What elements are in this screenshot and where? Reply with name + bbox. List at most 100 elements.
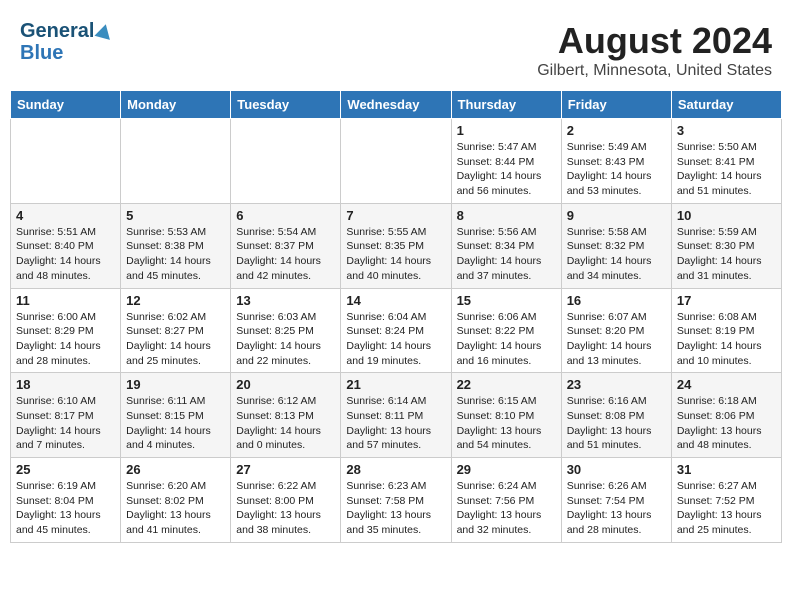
day-number: 31 bbox=[677, 462, 776, 477]
day-info: Sunrise: 6:19 AM Sunset: 8:04 PM Dayligh… bbox=[16, 479, 115, 538]
calendar-cell: 21 Sunrise: 6:14 AM Sunset: 8:11 PM Dayli… bbox=[341, 373, 451, 458]
calendar-cell: 19 Sunrise: 6:11 AM Sunset: 8:15 PM Dayli… bbox=[121, 373, 231, 458]
calendar-cell: 12 Sunrise: 6:02 AM Sunset: 8:27 PM Dayli… bbox=[121, 288, 231, 373]
day-info: Sunrise: 5:58 AM Sunset: 8:32 PM Dayligh… bbox=[567, 225, 666, 284]
calendar-cell: 1 Sunrise: 5:47 AM Sunset: 8:44 PM Daylig… bbox=[451, 119, 561, 204]
day-number: 5 bbox=[126, 208, 225, 223]
calendar-cell: 17 Sunrise: 6:08 AM Sunset: 8:19 PM Dayli… bbox=[671, 288, 781, 373]
day-info: Sunrise: 6:11 AM Sunset: 8:15 PM Dayligh… bbox=[126, 394, 225, 453]
day-info: Sunrise: 5:47 AM Sunset: 8:44 PM Dayligh… bbox=[457, 140, 556, 199]
calendar-cell: 30Sunrise: 6:26 AM Sunset: 7:54 PM Dayli… bbox=[561, 458, 671, 543]
day-info: Sunrise: 6:03 AM Sunset: 8:25 PM Dayligh… bbox=[236, 310, 335, 369]
calendar-week-row: 4 Sunrise: 5:51 AM Sunset: 8:40 PM Daylig… bbox=[11, 203, 782, 288]
day-info: Sunrise: 6:23 AM Sunset: 7:58 PM Dayligh… bbox=[346, 479, 445, 538]
day-info: Sunrise: 6:15 AM Sunset: 8:10 PM Dayligh… bbox=[457, 394, 556, 453]
day-number: 25 bbox=[16, 462, 115, 477]
day-number: 8 bbox=[457, 208, 556, 223]
day-number: 14 bbox=[346, 293, 445, 308]
page-header: General Blue August 2024 Gilbert, Minnes… bbox=[10, 10, 782, 85]
day-info: Sunrise: 5:59 AM Sunset: 8:30 PM Dayligh… bbox=[677, 225, 776, 284]
day-number: 7 bbox=[346, 208, 445, 223]
calendar-cell: 3Sunrise: 5:50 AM Sunset: 8:41 PM Daylig… bbox=[671, 119, 781, 204]
calendar-cell: 2 Sunrise: 5:49 AM Sunset: 8:43 PM Daylig… bbox=[561, 119, 671, 204]
calendar-cell: 9 Sunrise: 5:58 AM Sunset: 8:32 PM Daylig… bbox=[561, 203, 671, 288]
page-subtitle: Gilbert, Minnesota, United States bbox=[537, 62, 772, 80]
day-info: Sunrise: 5:50 AM Sunset: 8:41 PM Dayligh… bbox=[677, 140, 776, 199]
calendar-cell: 18 Sunrise: 6:10 AM Sunset: 8:17 PM Dayli… bbox=[11, 373, 121, 458]
day-info: Sunrise: 6:22 AM Sunset: 8:00 PM Dayligh… bbox=[236, 479, 335, 538]
day-number: 2 bbox=[567, 123, 666, 138]
day-number: 13 bbox=[236, 293, 335, 308]
day-info: Sunrise: 5:51 AM Sunset: 8:40 PM Dayligh… bbox=[16, 225, 115, 284]
calendar-cell: 7Sunrise: 5:55 AM Sunset: 8:35 PM Daylig… bbox=[341, 203, 451, 288]
calendar-cell: 23Sunrise: 6:16 AM Sunset: 8:08 PM Dayli… bbox=[561, 373, 671, 458]
day-number: 29 bbox=[457, 462, 556, 477]
day-number: 11 bbox=[16, 293, 115, 308]
calendar-cell bbox=[341, 119, 451, 204]
page-title: August 2024 bbox=[537, 20, 772, 62]
calendar-cell: 15Sunrise: 6:06 AM Sunset: 8:22 PM Dayli… bbox=[451, 288, 561, 373]
calendar-cell bbox=[11, 119, 121, 204]
weekday-header: Tuesday bbox=[231, 91, 341, 119]
day-number: 26 bbox=[126, 462, 225, 477]
weekday-header: Monday bbox=[121, 91, 231, 119]
day-info: Sunrise: 6:02 AM Sunset: 8:27 PM Dayligh… bbox=[126, 310, 225, 369]
calendar-week-row: 25 Sunrise: 6:19 AM Sunset: 8:04 PM Dayli… bbox=[11, 458, 782, 543]
calendar-cell bbox=[231, 119, 341, 204]
calendar-week-row: 11 Sunrise: 6:00 AM Sunset: 8:29 PM Dayli… bbox=[11, 288, 782, 373]
calendar-cell: 14 Sunrise: 6:04 AM Sunset: 8:24 PM Dayli… bbox=[341, 288, 451, 373]
day-info: Sunrise: 6:04 AM Sunset: 8:24 PM Dayligh… bbox=[346, 310, 445, 369]
calendar-cell: 24Sunrise: 6:18 AM Sunset: 8:06 PM Dayli… bbox=[671, 373, 781, 458]
day-info: Sunrise: 6:16 AM Sunset: 8:08 PM Dayligh… bbox=[567, 394, 666, 453]
day-info: Sunrise: 5:54 AM Sunset: 8:37 PM Dayligh… bbox=[236, 225, 335, 284]
calendar-cell: 25 Sunrise: 6:19 AM Sunset: 8:04 PM Dayli… bbox=[11, 458, 121, 543]
logo: General Blue bbox=[20, 20, 112, 64]
day-number: 17 bbox=[677, 293, 776, 308]
day-info: Sunrise: 6:27 AM Sunset: 7:52 PM Dayligh… bbox=[677, 479, 776, 538]
weekday-header: Saturday bbox=[671, 91, 781, 119]
day-number: 27 bbox=[236, 462, 335, 477]
calendar-cell: 22 Sunrise: 6:15 AM Sunset: 8:10 PM Dayli… bbox=[451, 373, 561, 458]
calendar-week-row: 18 Sunrise: 6:10 AM Sunset: 8:17 PM Dayli… bbox=[11, 373, 782, 458]
day-info: Sunrise: 5:53 AM Sunset: 8:38 PM Dayligh… bbox=[126, 225, 225, 284]
day-info: Sunrise: 6:14 AM Sunset: 8:11 PM Dayligh… bbox=[346, 394, 445, 453]
day-info: Sunrise: 6:00 AM Sunset: 8:29 PM Dayligh… bbox=[16, 310, 115, 369]
day-number: 6 bbox=[236, 208, 335, 223]
calendar-cell: 5 Sunrise: 5:53 AM Sunset: 8:38 PM Daylig… bbox=[121, 203, 231, 288]
calendar-cell: 11 Sunrise: 6:00 AM Sunset: 8:29 PM Dayli… bbox=[11, 288, 121, 373]
day-number: 24 bbox=[677, 377, 776, 392]
logo-blue-text: Blue bbox=[20, 42, 63, 64]
day-number: 19 bbox=[126, 377, 225, 392]
day-info: Sunrise: 6:07 AM Sunset: 8:20 PM Dayligh… bbox=[567, 310, 666, 369]
day-info: Sunrise: 6:12 AM Sunset: 8:13 PM Dayligh… bbox=[236, 394, 335, 453]
day-info: Sunrise: 5:49 AM Sunset: 8:43 PM Dayligh… bbox=[567, 140, 666, 199]
day-info: Sunrise: 6:10 AM Sunset: 8:17 PM Dayligh… bbox=[16, 394, 115, 453]
calendar-cell bbox=[121, 119, 231, 204]
title-block: August 2024 Gilbert, Minnesota, United S… bbox=[537, 20, 772, 80]
day-info: Sunrise: 6:08 AM Sunset: 8:19 PM Dayligh… bbox=[677, 310, 776, 369]
day-number: 15 bbox=[457, 293, 556, 308]
day-number: 30 bbox=[567, 462, 666, 477]
day-number: 18 bbox=[16, 377, 115, 392]
calendar-cell: 8Sunrise: 5:56 AM Sunset: 8:34 PM Daylig… bbox=[451, 203, 561, 288]
day-number: 9 bbox=[567, 208, 666, 223]
calendar-cell: 31 Sunrise: 6:27 AM Sunset: 7:52 PM Dayli… bbox=[671, 458, 781, 543]
calendar-cell: 4 Sunrise: 5:51 AM Sunset: 8:40 PM Daylig… bbox=[11, 203, 121, 288]
day-number: 4 bbox=[16, 208, 115, 223]
day-info: Sunrise: 6:20 AM Sunset: 8:02 PM Dayligh… bbox=[126, 479, 225, 538]
calendar-cell: 13 Sunrise: 6:03 AM Sunset: 8:25 PM Dayli… bbox=[231, 288, 341, 373]
calendar-table: SundayMondayTuesdayWednesdayThursdayFrid… bbox=[10, 90, 782, 543]
day-number: 22 bbox=[457, 377, 556, 392]
weekday-header: Sunday bbox=[11, 91, 121, 119]
day-number: 12 bbox=[126, 293, 225, 308]
day-number: 21 bbox=[346, 377, 445, 392]
calendar-cell: 29Sunrise: 6:24 AM Sunset: 7:56 PM Dayli… bbox=[451, 458, 561, 543]
calendar-cell: 16Sunrise: 6:07 AM Sunset: 8:20 PM Dayli… bbox=[561, 288, 671, 373]
day-number: 28 bbox=[346, 462, 445, 477]
day-number: 10 bbox=[677, 208, 776, 223]
weekday-header: Wednesday bbox=[341, 91, 451, 119]
calendar-cell: 20Sunrise: 6:12 AM Sunset: 8:13 PM Dayli… bbox=[231, 373, 341, 458]
calendar-cell: 6 Sunrise: 5:54 AM Sunset: 8:37 PM Daylig… bbox=[231, 203, 341, 288]
day-number: 1 bbox=[457, 123, 556, 138]
weekday-header: Thursday bbox=[451, 91, 561, 119]
